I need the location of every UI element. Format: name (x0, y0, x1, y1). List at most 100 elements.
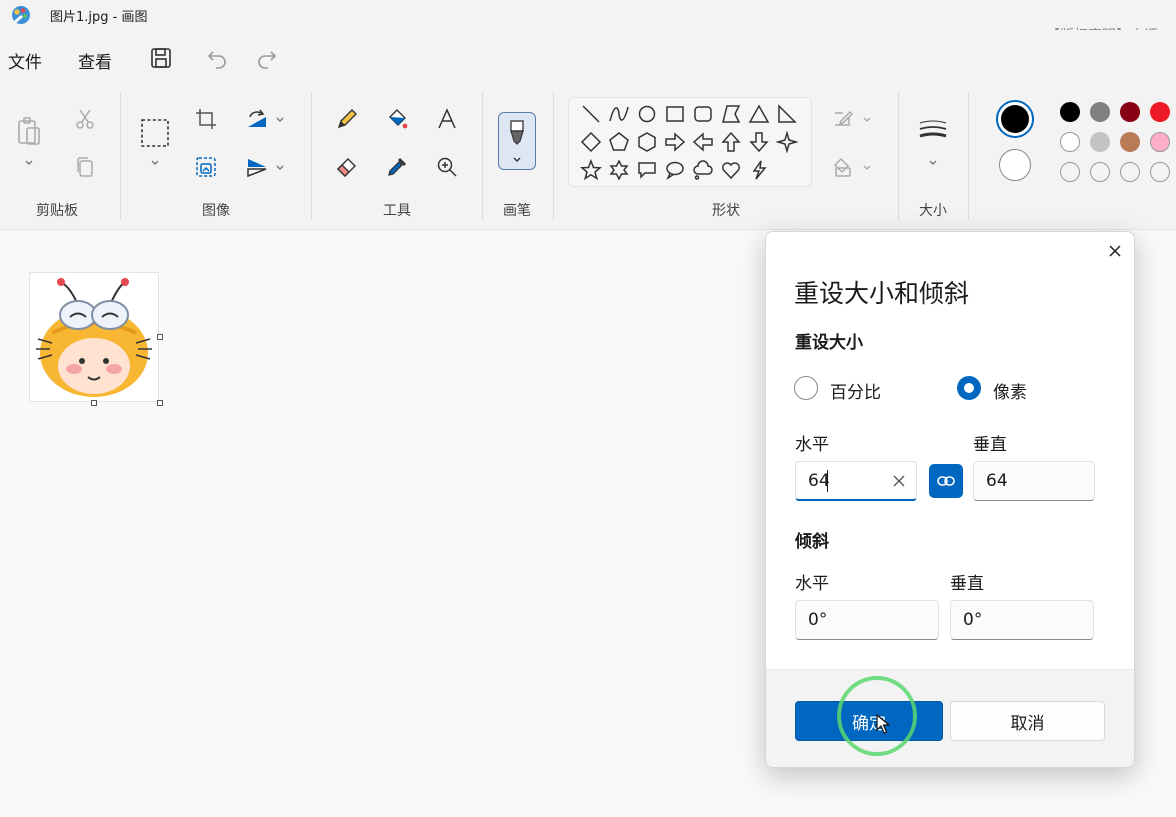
fill-bucket-icon[interactable] (382, 104, 412, 134)
lightning-shape-icon[interactable] (748, 159, 770, 181)
curve-shape-icon[interactable] (608, 103, 630, 125)
redo-icon[interactable] (254, 45, 280, 71)
four-point-star-shape-icon[interactable] (776, 131, 798, 153)
magnifier-icon[interactable] (432, 152, 462, 182)
clear-input-icon[interactable] (892, 474, 906, 488)
ribbon-divider (120, 92, 121, 220)
heart-shape-icon[interactable] (720, 159, 742, 181)
custom-color-slot[interactable] (1120, 162, 1140, 182)
left-arrow-shape-icon[interactable] (692, 131, 714, 153)
cancel-button[interactable]: 取消 (950, 701, 1105, 741)
flip-icon[interactable] (242, 152, 272, 182)
stroke-size-icon[interactable] (918, 116, 948, 146)
brushes-button[interactable] (498, 112, 536, 170)
paint-app-icon (10, 4, 32, 26)
primary-color-swatch (1001, 105, 1029, 133)
undo-icon[interactable] (204, 45, 230, 71)
rectangle-callout-shape-icon[interactable] (636, 159, 658, 181)
menu-bar: 文件 查看 (0, 30, 1176, 82)
group-label-size: 大小 (919, 203, 947, 219)
color-swatch-brown[interactable] (1120, 132, 1140, 152)
select-chevron-down-icon[interactable] (149, 156, 161, 168)
menu-view[interactable]: 查看 (78, 48, 112, 73)
color-swatch-dark-red[interactable] (1120, 102, 1140, 122)
ribbon-divider (482, 92, 483, 220)
color-swatch-light-gray[interactable] (1090, 132, 1110, 152)
menu-file[interactable]: 文件 (8, 48, 42, 73)
pixels-radio[interactable] (957, 376, 981, 400)
six-point-star-shape-icon[interactable] (608, 159, 630, 181)
rotate-chevron-down-icon[interactable] (274, 113, 286, 125)
copy-icon[interactable] (70, 152, 100, 182)
rounded-rectangle-shape-icon[interactable] (692, 103, 714, 125)
color-swatch-pink[interactable] (1150, 132, 1170, 152)
group-label-shapes: 形状 (712, 203, 740, 219)
custom-color-slot[interactable] (1060, 162, 1080, 182)
canvas-resize-handle-right[interactable] (157, 334, 163, 340)
outline-chevron-down-icon[interactable] (861, 113, 873, 125)
triangle-shape-icon[interactable] (748, 103, 770, 125)
color-swatch-red[interactable] (1150, 102, 1170, 122)
text-icon[interactable] (432, 104, 462, 134)
eraser-icon[interactable] (332, 152, 362, 182)
save-icon[interactable] (148, 45, 174, 71)
pencil-icon[interactable] (332, 104, 362, 134)
select-icon[interactable] (140, 118, 170, 148)
pentagon-shape-icon[interactable] (608, 131, 630, 153)
brush-icon (507, 119, 527, 145)
color-swatch-white[interactable] (1060, 132, 1080, 152)
skew-heading: 倾斜 (795, 532, 829, 552)
canvas-resize-handle-corner[interactable] (157, 400, 163, 406)
ribbon-divider (311, 92, 312, 220)
color-swatch-black[interactable] (1060, 102, 1080, 122)
close-icon[interactable] (1104, 240, 1126, 262)
paste-chevron-down-icon[interactable] (23, 156, 35, 168)
diamond-shape-icon[interactable] (580, 131, 602, 153)
size-chevron-down-icon[interactable] (927, 156, 939, 168)
canvas-image[interactable] (29, 272, 159, 402)
resize-vertical-input[interactable]: 64 (973, 461, 1095, 501)
resize-image-icon[interactable] (191, 152, 221, 182)
crop-icon[interactable] (191, 104, 221, 134)
right-triangle-shape-icon[interactable] (776, 103, 798, 125)
paste-icon[interactable] (14, 116, 44, 146)
right-arrow-shape-icon[interactable] (664, 131, 686, 153)
color-swatch-gray[interactable] (1090, 102, 1110, 122)
outline-icon[interactable] (828, 104, 858, 134)
hexagon-shape-icon[interactable] (636, 131, 658, 153)
custom-color-slot[interactable] (1090, 162, 1110, 182)
percentage-radio[interactable] (794, 376, 818, 400)
flip-chevron-down-icon[interactable] (274, 161, 286, 173)
custom-color-slot[interactable] (1150, 162, 1170, 182)
rotate-icon[interactable] (242, 104, 272, 134)
skew-vertical-input[interactable]: 0° (950, 600, 1094, 640)
ribbon-toolbar: 剪贴板 图像 工具 画笔 形状 大小 (0, 82, 1176, 230)
cartoon-bee-image (36, 278, 152, 397)
primary-color-selector[interactable] (996, 100, 1034, 138)
resize-horizontal-input[interactable]: 64 (795, 461, 917, 501)
rectangle-shape-icon[interactable] (664, 103, 686, 125)
cut-icon[interactable] (70, 104, 100, 134)
fill-icon[interactable] (828, 152, 858, 182)
maintain-aspect-ratio-toggle[interactable] (929, 464, 963, 498)
secondary-color-selector[interactable] (999, 149, 1031, 181)
cloud-callout-shape-icon[interactable] (692, 159, 714, 181)
down-arrow-shape-icon[interactable] (748, 131, 770, 153)
oval-callout-shape-icon[interactable] (664, 159, 686, 181)
skew-horizontal-input[interactable]: 0° (795, 600, 939, 640)
percentage-radio-label[interactable]: 百分比 (830, 378, 881, 403)
five-point-star-shape-icon[interactable] (580, 159, 602, 181)
fill-chevron-down-icon[interactable] (861, 161, 873, 173)
window-title: 图片1.jpg - 画图 (50, 10, 148, 25)
oval-shape-icon[interactable] (636, 103, 658, 125)
line-shape-icon[interactable] (580, 103, 602, 125)
mouse-cursor-icon (876, 714, 890, 734)
polygon-shape-icon[interactable] (720, 103, 742, 125)
link-icon (937, 476, 955, 486)
up-arrow-shape-icon[interactable] (720, 131, 742, 153)
ribbon-divider (968, 92, 969, 220)
pixels-radio-label[interactable]: 像素 (993, 378, 1027, 403)
canvas-resize-handle-bottom[interactable] (91, 400, 97, 406)
group-label-clipboard: 剪贴板 (36, 203, 78, 219)
color-picker-icon[interactable] (382, 152, 412, 182)
